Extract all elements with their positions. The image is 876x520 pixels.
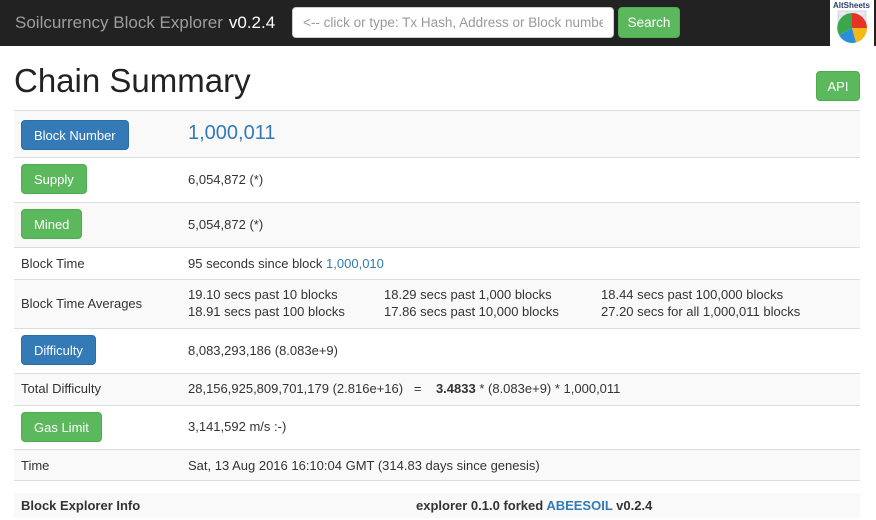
total-difficulty-number: 28,156,925,809,701,179 (2.816e+16) xyxy=(188,381,404,396)
brand-version: v0.2.4 xyxy=(228,13,276,32)
row-supply: Supply 6,054,872 (*) xyxy=(14,157,860,202)
explorer-info-version: v0.2.4 xyxy=(616,498,653,513)
difficulty-button[interactable]: Difficulty xyxy=(21,335,96,365)
search-input[interactable] xyxy=(292,7,614,38)
supply-button[interactable]: Supply xyxy=(21,164,87,194)
total-difficulty-value: 28,156,925,809,701,179 (2.816e+16) = 3.4… xyxy=(188,381,620,396)
average-item: 18.29 secs past 1,000 blocks xyxy=(384,287,552,302)
search-button[interactable]: Search xyxy=(618,7,680,38)
explorer-version-info: explorer 0.1.0 forked ABEESOIL v0.2.4 xyxy=(416,498,652,513)
average-item: 18.91 secs past 100 blocks xyxy=(188,304,345,319)
gas-limit-button[interactable]: Gas Limit xyxy=(21,412,102,442)
brand[interactable]: Soilcurrency Block Explorer v0.2.4 xyxy=(15,13,275,33)
api-button[interactable]: API xyxy=(816,71,860,101)
difficulty-value: 8,083,293,186 (8.083e+9) xyxy=(188,343,338,358)
block-explorer-info-row: Block Explorer Info explorer 0.1.0 forke… xyxy=(14,493,860,518)
row-time: Time Sat, 13 Aug 2016 16:10:04 GMT (314.… xyxy=(14,449,860,481)
abeesoil-link[interactable]: ABEESOIL xyxy=(546,498,612,513)
top-navbar: Soilcurrency Block Explorer v0.2.4 Search… xyxy=(0,0,876,46)
block-time-text: 95 seconds since block xyxy=(188,256,323,271)
row-mined: Mined 5,054,872 (*) xyxy=(14,202,860,247)
previous-block-link[interactable]: 1,000,010 xyxy=(326,256,384,271)
row-gas-limit: Gas Limit 3,141,592 m/s :-) xyxy=(14,405,860,449)
average-item: 27.20 secs for all 1,000,011 blocks xyxy=(601,304,801,319)
logo-text: AltSheets xyxy=(833,1,870,10)
gas-limit-value: 3,141,592 m/s :-) xyxy=(188,419,287,434)
average-item: 17.86 secs past 10,000 blocks xyxy=(384,304,559,319)
difficulty-factor: 3.4833 xyxy=(435,381,476,396)
row-difficulty: Difficulty 8,083,293,186 (8.083e+9) xyxy=(14,328,860,373)
row-block-time-averages: Block Time Averages 19.10 secs past 10 b… xyxy=(14,279,860,328)
average-item: 18.44 secs past 100,000 blocks xyxy=(601,287,784,302)
brand-name[interactable]: Soilcurrency Block Explorer xyxy=(15,13,223,32)
altsheets-logo[interactable]: AltSheets xyxy=(830,0,874,46)
row-block-number: Block Number 1,000,011 xyxy=(14,110,860,157)
block-explorer-info-label: Block Explorer Info xyxy=(21,498,141,513)
block-time-label: Block Time xyxy=(21,256,85,271)
time-value: Sat, 13 Aug 2016 16:10:04 GMT (314.83 da… xyxy=(188,458,540,473)
page-title: Chain Summary xyxy=(14,62,251,99)
average-item: 19.10 secs past 10 blocks xyxy=(188,287,338,302)
total-difficulty-formula: * (8.083e+9) * 1,000,011 xyxy=(479,381,621,396)
row-block-time: Block Time 95 seconds since block 1,000,… xyxy=(14,247,860,279)
mined-button[interactable]: Mined xyxy=(21,209,83,239)
block-number-button[interactable]: Block Number xyxy=(21,120,129,150)
total-difficulty-label: Total Difficulty xyxy=(21,381,101,396)
row-total-difficulty: Total Difficulty 28,156,925,809,701,179 … xyxy=(14,373,860,405)
explorer-info-text: explorer 0.1.0 forked xyxy=(416,498,544,513)
block-number-value[interactable]: 1,000,011 xyxy=(188,122,276,145)
mined-value: 5,054,872 (*) xyxy=(188,217,264,232)
equals-sign: = xyxy=(413,381,422,396)
block-time-value: 95 seconds since block 1,000,010 xyxy=(188,256,384,271)
time-label: Time xyxy=(21,458,50,473)
block-time-averages-label: Block Time Averages xyxy=(21,296,143,311)
supply-value: 6,054,872 (*) xyxy=(188,172,264,187)
